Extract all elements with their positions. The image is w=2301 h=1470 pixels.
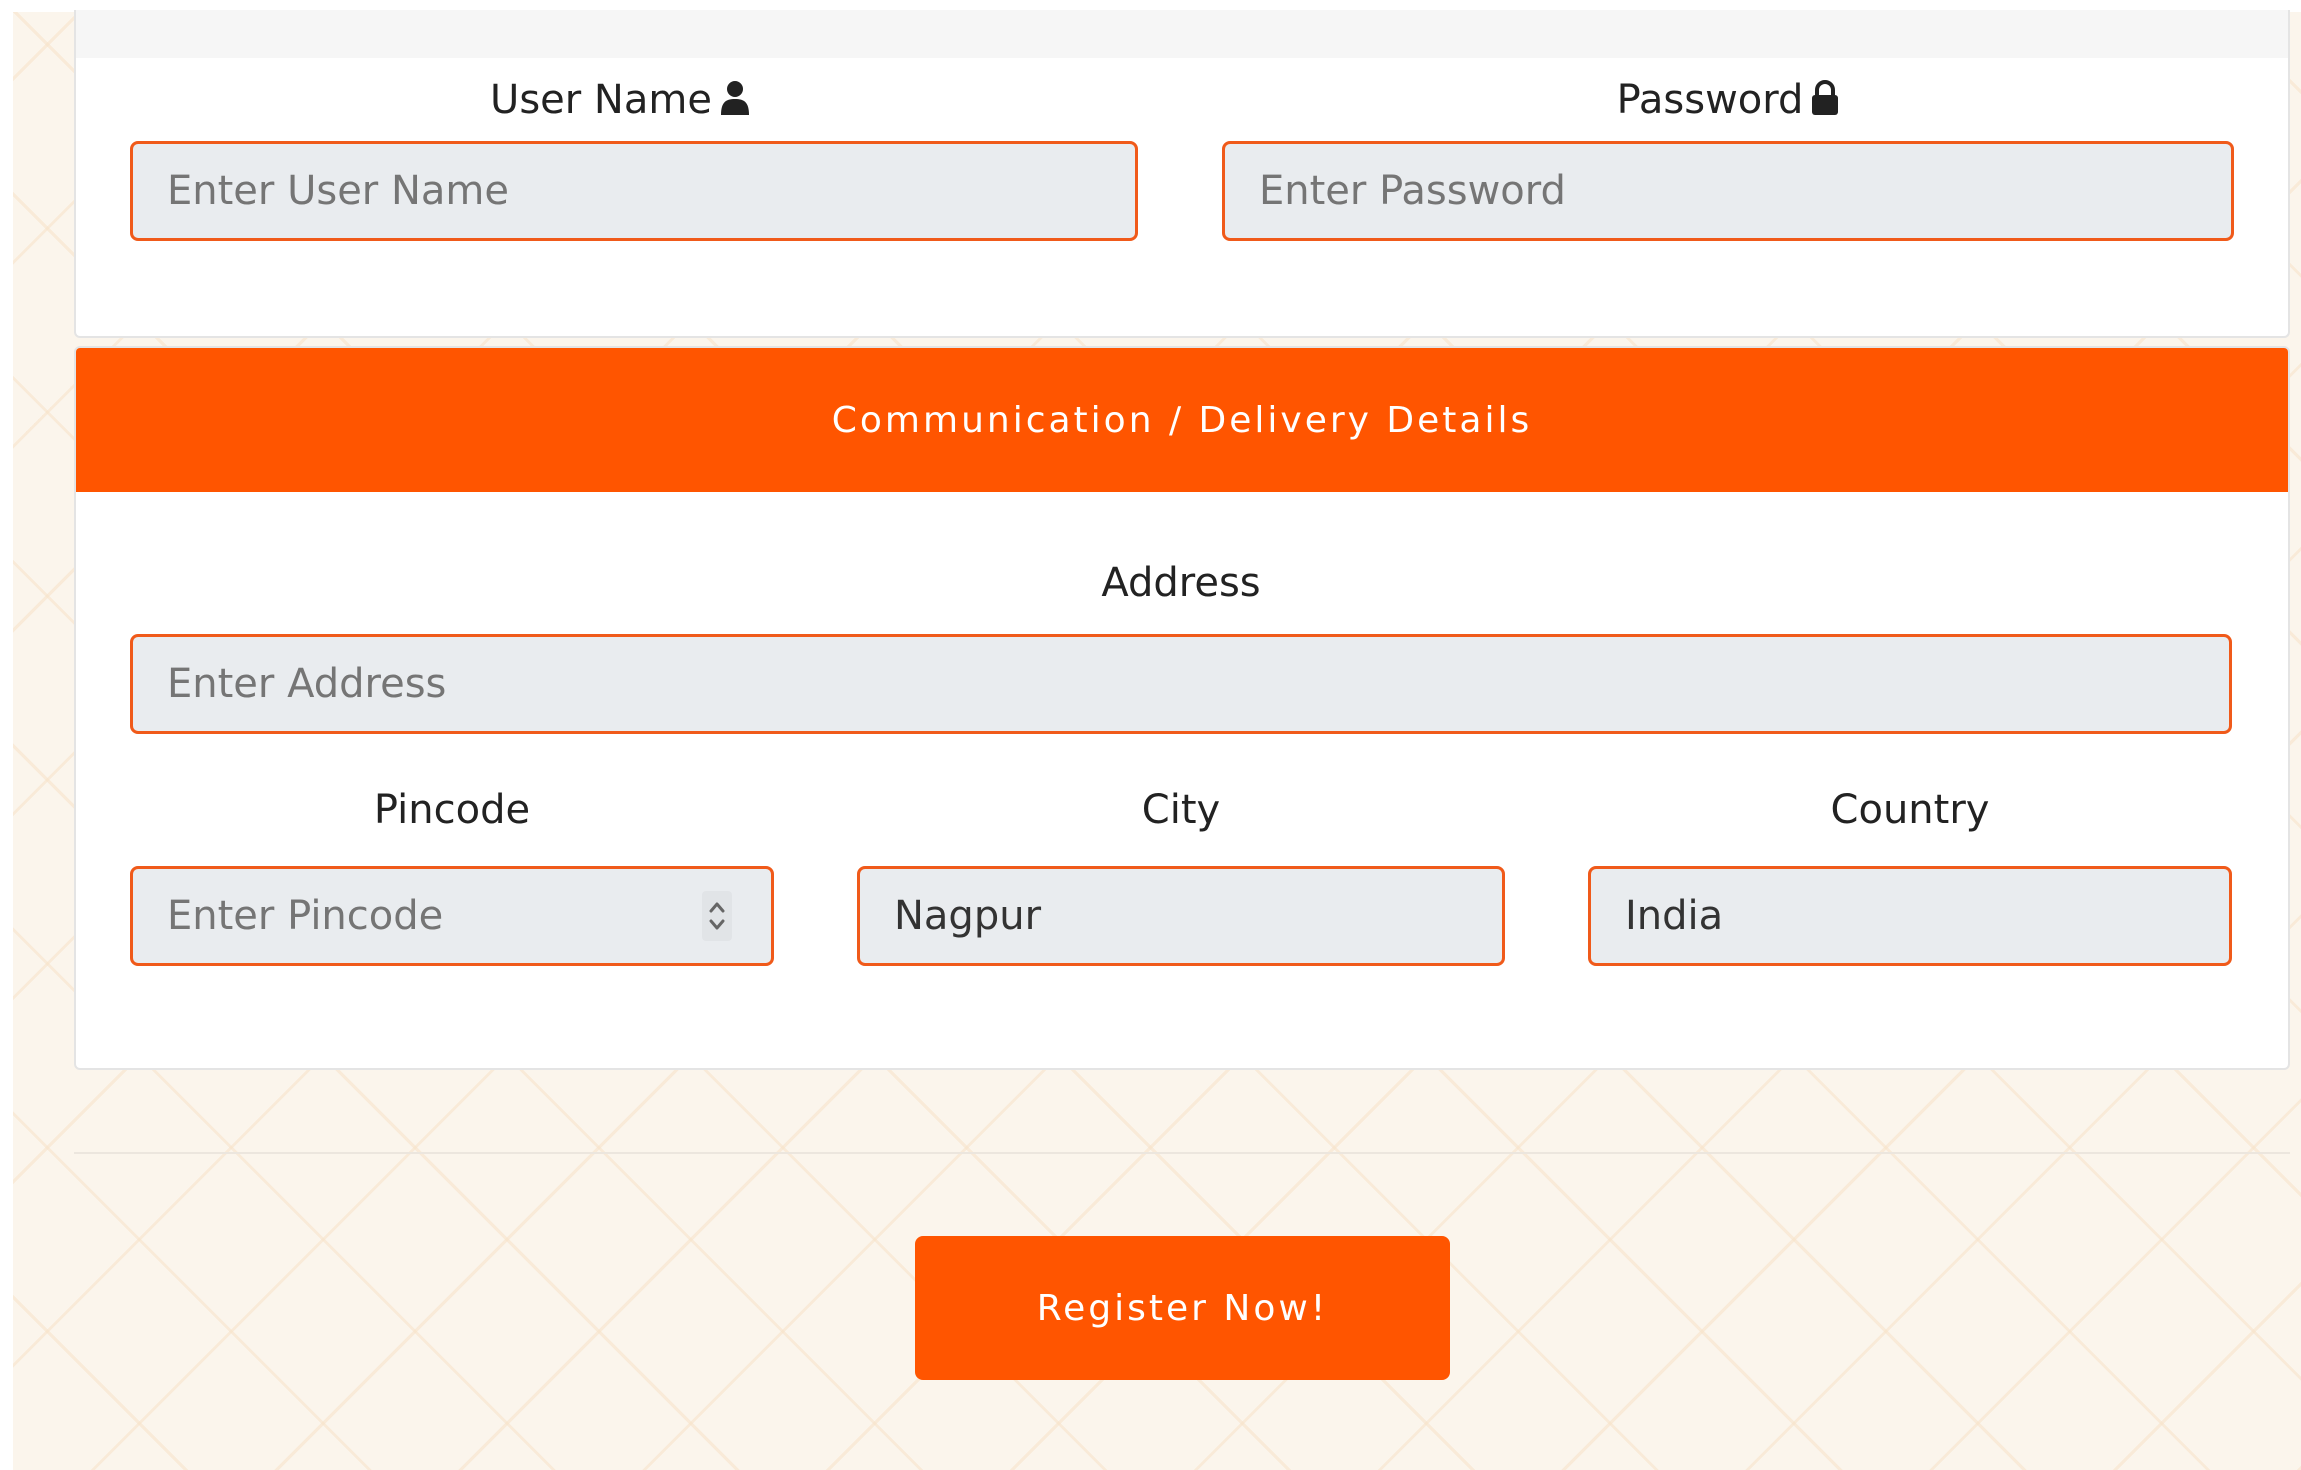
- register-button[interactable]: Register Now!: [915, 1236, 1450, 1380]
- city-label: City: [1141, 787, 1221, 833]
- password-input[interactable]: [1222, 141, 2234, 241]
- password-label-row: Password: [1222, 80, 2234, 120]
- username-label-row: User Name: [116, 80, 1124, 120]
- stepper-icon: [709, 902, 725, 930]
- pincode-input[interactable]: [130, 866, 774, 966]
- country-label: Country: [1830, 787, 1990, 833]
- user-icon: [720, 81, 749, 115]
- country-input[interactable]: [1588, 866, 2232, 966]
- password-label: Password: [1616, 77, 1804, 123]
- address-input[interactable]: [130, 634, 2232, 734]
- form-divider: [74, 1152, 2290, 1154]
- username-input[interactable]: [130, 141, 1138, 241]
- left-edge: [0, 0, 13, 1470]
- section-header: Communication / Delivery Details: [76, 348, 2288, 492]
- pincode-stepper[interactable]: [702, 891, 732, 941]
- delivery-card: Communication / Delivery Details Address…: [74, 346, 2290, 1070]
- username-label: User Name: [490, 77, 712, 123]
- address-label: Address: [1101, 560, 1261, 606]
- section-header-title: Communication / Delivery Details: [831, 399, 1533, 441]
- card-top-shade: [76, 10, 2288, 58]
- login-card: User Name Password: [74, 10, 2290, 338]
- lock-icon: [1812, 80, 1839, 115]
- pincode-label: Pincode: [373, 787, 531, 833]
- city-input[interactable]: [857, 866, 1505, 966]
